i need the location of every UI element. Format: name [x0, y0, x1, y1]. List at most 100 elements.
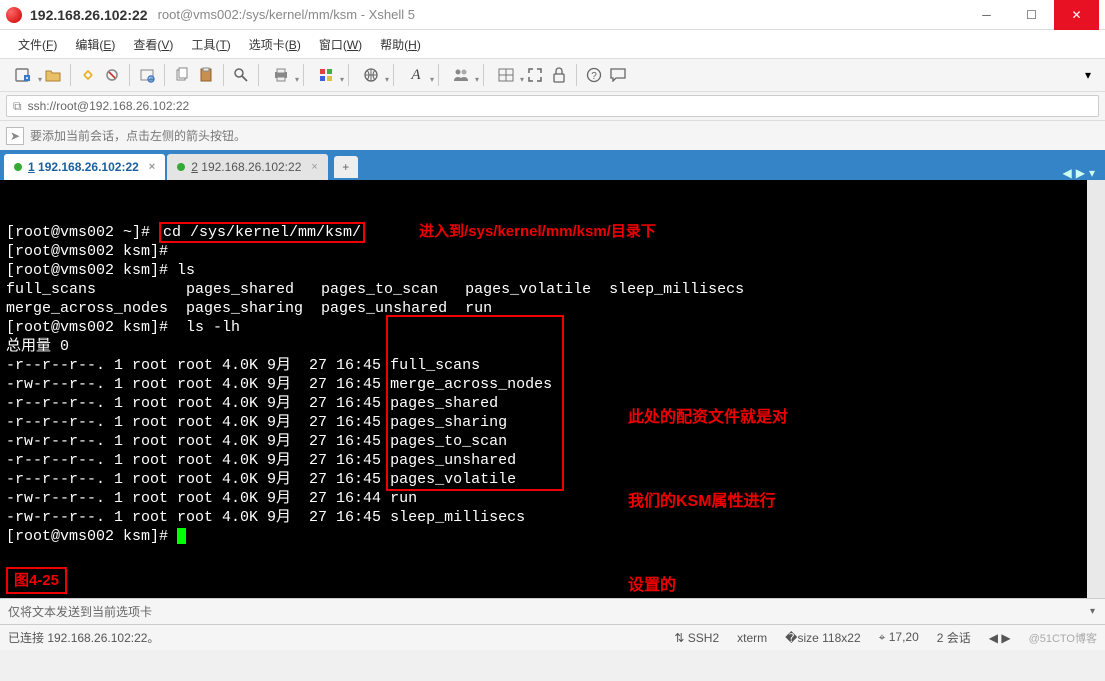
hint-text: 要添加当前会话，点击左侧的箭头按钮。: [30, 127, 246, 144]
connection-status: 已连接 192.168.26.102:22。: [8, 629, 159, 646]
reconnect-button[interactable]: [77, 64, 99, 86]
language-button[interactable]: ▾: [355, 64, 387, 86]
toolbar-collapse-button[interactable]: ▾: [1079, 66, 1097, 84]
tab-list-button[interactable]: ▾: [1089, 166, 1095, 180]
add-tab-button[interactable]: +: [334, 156, 358, 178]
menu-file[interactable]: 文件(F): [10, 32, 65, 57]
address-url: ssh://root@192.168.26.102:22: [28, 99, 190, 113]
paste-button[interactable]: [195, 64, 217, 86]
open-button[interactable]: [42, 64, 64, 86]
menubar: 文件(F) 编辑(E) 查看(V) 工具(T) 选项卡(B) 窗口(W) 帮助(…: [0, 30, 1105, 58]
hint-bar: ➤ 要添加当前会话，点击左侧的箭头按钮。: [0, 120, 1105, 150]
tab-prev-button[interactable]: ◀: [1063, 166, 1072, 180]
print-button[interactable]: ▾: [265, 64, 297, 86]
connected-dot-icon: [177, 163, 185, 171]
terminal-line: [root@vms002 ksm]# ls: [6, 262, 195, 279]
toolbar-separator: [393, 64, 394, 86]
annotation-text: 此处的配资文件就是对 我们的KSM属性进行 设置的: [628, 348, 788, 598]
menu-window[interactable]: 窗口(W): [311, 32, 370, 57]
disconnect-button[interactable]: [101, 64, 123, 86]
tab-strip: 1 192.168.26.102:22 × 2 192.168.26.102:2…: [0, 150, 1105, 180]
add-session-arrow-button[interactable]: ➤: [6, 127, 24, 145]
toolbar-separator: [348, 64, 349, 86]
tab-nav: ◀ ▶ ▾: [1063, 166, 1102, 180]
close-button[interactable]: ✕: [1054, 0, 1099, 30]
toolbar-separator: [129, 64, 130, 86]
color-scheme-button[interactable]: ▾: [310, 64, 342, 86]
send-text-label: 仅将文本发送到当前选项卡: [8, 603, 152, 620]
file-row: -r--r--r--. 1 root root 4.0K 9月 27 16:45…: [6, 471, 516, 488]
send-text-bar[interactable]: 仅将文本发送到当前选项卡 ▾: [0, 598, 1105, 624]
watermark: @51CTO博客: [1029, 630, 1097, 646]
file-row: -rw-r--r--. 1 root root 4.0K 9月 27 16:45…: [6, 376, 552, 393]
file-row: -rw-r--r--. 1 root root 4.0K 9月 27 16:45…: [6, 433, 507, 450]
cursor: [177, 528, 186, 544]
properties-button[interactable]: [136, 64, 158, 86]
toolbar-separator: [438, 64, 439, 86]
term-type-status: xterm: [737, 631, 767, 645]
tab-label: 1 192.168.26.102:22: [28, 160, 139, 174]
menu-edit[interactable]: 编辑(E): [67, 32, 123, 57]
tab-label: 2 192.168.26.102:22: [191, 160, 301, 174]
chat-button[interactable]: [607, 64, 629, 86]
help-button[interactable]: ?: [583, 64, 605, 86]
fullscreen-button[interactable]: [524, 64, 546, 86]
terminal-line: [root@vms002 ~]# cd /sys/kernel/mm/ksm/ …: [6, 224, 656, 241]
copy-button[interactable]: [171, 64, 193, 86]
file-row: -r--r--r--. 1 root root 4.0K 9月 27 16:45…: [6, 452, 516, 469]
term-size-status: �size 118x22: [785, 631, 860, 645]
new-session-button[interactable]: ▾: [8, 64, 40, 86]
toolbar-separator: [483, 64, 484, 86]
toolbar-separator: [70, 64, 71, 86]
tab-next-button[interactable]: ▶: [1076, 166, 1085, 180]
toolbar-separator: [576, 64, 577, 86]
toolbar-separator: [164, 64, 165, 86]
protocol-status: ⇅ SSH2: [674, 631, 719, 645]
terminal[interactable]: [root@vms002 ~]# cd /sys/kernel/mm/ksm/ …: [0, 180, 1105, 598]
terminal-line: [root@vms002 ksm]# ls -lh: [6, 319, 240, 336]
session-tab-2[interactable]: 2 192.168.26.102:22 ×: [167, 154, 328, 180]
connected-dot-icon: [14, 163, 22, 171]
tab-close-button[interactable]: ×: [149, 161, 155, 173]
window-title-sub: root@vms002:/sys/kernel/mm/ksm - Xshell …: [158, 7, 415, 22]
menu-tools[interactable]: 工具(T): [183, 32, 238, 57]
terminal-line: merge_across_nodes pages_sharing pages_u…: [6, 300, 492, 317]
terminal-line: 总用量 0: [6, 338, 69, 355]
figure-label: 图4-25: [6, 567, 67, 594]
scrollbar-thumb[interactable]: [1089, 190, 1103, 270]
addressbar: ⧉ ssh://root@192.168.26.102:22: [0, 92, 1105, 120]
file-row: -r--r--r--. 1 root root 4.0K 9月 27 16:45…: [6, 357, 480, 374]
find-button[interactable]: [230, 64, 252, 86]
session-tab-1[interactable]: 1 192.168.26.102:22 ×: [4, 154, 165, 180]
nav-buttons[interactable]: ◀ ▶: [989, 631, 1011, 645]
toolbar-separator: [223, 64, 224, 86]
session-count-status: 2 会话: [937, 629, 971, 646]
terminal-line: [root@vms002 ksm]#: [6, 528, 186, 545]
file-row: -rw-r--r--. 1 root root 4.0K 9月 27 16:45…: [6, 509, 525, 526]
annotation-text: 进入到/sys/kernel/mm/ksm/目录下: [419, 223, 656, 240]
window-title-main: 192.168.26.102:22: [30, 7, 148, 23]
window-controls: ─ ☐ ✕: [964, 0, 1099, 30]
status-bar: 已连接 192.168.26.102:22。 ⇅ SSH2 xterm �siz…: [0, 624, 1105, 650]
menu-view[interactable]: 查看(V): [125, 32, 181, 57]
toolbar: ▾ ▾ ▾ ▾ A▾ ▾ ▾ ? ▾: [0, 58, 1105, 92]
lock-button[interactable]: [548, 64, 570, 86]
menu-help[interactable]: 帮助(H): [372, 32, 429, 57]
terminal-line: full_scans pages_shared pages_to_scan pa…: [6, 281, 744, 298]
address-input[interactable]: ⧉ ssh://root@192.168.26.102:22: [6, 95, 1099, 117]
cursor-pos-status: ⌖ 17,20: [879, 630, 919, 645]
send-mode-dropdown[interactable]: ▾: [1090, 606, 1095, 617]
svg-text:?: ?: [591, 71, 597, 82]
ssh-icon: ⧉: [13, 99, 22, 114]
font-button[interactable]: A▾: [400, 64, 432, 86]
tab-close-button[interactable]: ×: [311, 161, 317, 173]
minimize-button[interactable]: ─: [964, 0, 1009, 30]
users-button[interactable]: ▾: [445, 64, 477, 86]
toolbar-separator: [258, 64, 259, 86]
menu-tab[interactable]: 选项卡(B): [241, 32, 309, 57]
layout-button[interactable]: ▾: [490, 64, 522, 86]
terminal-line: [root@vms002 ksm]#: [6, 243, 168, 260]
file-row: -rw-r--r--. 1 root root 4.0K 9月 27 16:44…: [6, 490, 417, 507]
maximize-button[interactable]: ☐: [1009, 0, 1054, 30]
file-row: -r--r--r--. 1 root root 4.0K 9月 27 16:45…: [6, 395, 498, 412]
